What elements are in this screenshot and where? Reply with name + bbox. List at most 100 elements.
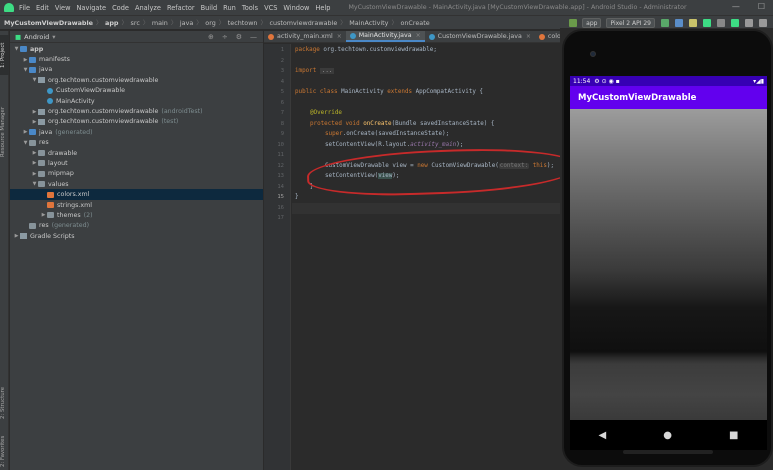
line-number: 12 [277,162,284,169]
code-line-1[interactable]: package org.techtown.customviewdrawable; [295,47,437,53]
tree-node[interactable]: strings.xml [10,200,263,210]
apply-changes-icon[interactable] [703,18,711,27]
expand-arrow-icon[interactable]: ▼ [31,77,38,83]
breadcrumb-main[interactable]: main [152,19,168,27]
close-icon[interactable]: × [337,33,342,40]
menu-build[interactable]: Build [201,4,218,12]
collapse-arrow-icon[interactable]: ▶ [22,57,29,63]
editor-tab[interactable]: activity_main.xml × [264,31,346,42]
tree-node[interactable]: ▼ org.techtown.customviewdrawable [10,75,263,85]
collapse-arrow-icon[interactable]: ▶ [31,160,38,166]
maximize-icon[interactable]: ☐ [758,2,765,11]
tree-node[interactable]: MainActivity [10,96,263,106]
menu-help[interactable]: Help [315,4,330,12]
breadcrumb-project[interactable]: MyCustomViewDrawable [4,19,93,27]
editor-tab[interactable]: MainActivity.java × [345,31,425,42]
menu-refactor[interactable]: Refactor [167,4,195,12]
tree-node[interactable]: ▶ mipmap [10,169,263,179]
collapse-arrow-icon[interactable]: ▶ [31,109,38,115]
expand-arrow-icon[interactable]: ▼ [22,140,29,146]
collapse-arrow-icon[interactable]: ▶ [31,171,38,177]
tree-node[interactable]: ▶ layout [10,158,263,168]
minimize-icon[interactable]: — [732,2,740,11]
code-line-12[interactable]: setContentView(R.layout.activity_main); [325,142,463,148]
tool-tab-structure[interactable]: 2: Structure [0,383,9,423]
stop-icon[interactable] [717,18,725,27]
tool-tab-project[interactable]: 1: Project [0,35,9,75]
tree-node[interactable]: CustomViewDrawable [10,86,263,96]
hammer-icon[interactable] [569,18,578,27]
breadcrumb-techtown[interactable]: techtown [228,19,258,27]
expand-arrow-icon[interactable]: ▼ [22,67,29,73]
back-icon[interactable]: ◀ [599,430,607,441]
tree-node[interactable]: ▼ java [10,65,263,75]
sdk-manager-icon[interactable] [731,18,739,27]
run-icon[interactable] [661,18,669,27]
breadcrumb-src[interactable]: src [131,19,140,27]
tree-node[interactable]: ▼ app [10,44,263,54]
collapse-arrow-icon[interactable]: ▶ [31,150,38,156]
debug-icon[interactable] [675,18,683,27]
tree-node[interactable]: ▶ Gradle Scripts [10,231,263,241]
run-config-select[interactable]: app [582,17,602,28]
tree-node[interactable]: ▶ org.techtown.customviewdrawable (test) [10,117,263,127]
tree-node[interactable]: ▶ manifests [10,54,263,64]
chevron-down-icon[interactable]: ▾ [52,33,55,41]
menu-run[interactable]: Run [223,4,236,12]
menu-code[interactable]: Code [112,4,129,12]
menu-view[interactable]: View [55,4,71,12]
search-icon[interactable] [759,18,767,27]
collapse-arrow-icon[interactable]: ▶ [31,119,38,125]
expand-arrow-icon[interactable]: ▼ [31,181,38,187]
code-line-17[interactable]: } [295,194,299,200]
breadcrumb-java[interactable]: java [180,19,193,27]
profile-icon[interactable] [689,18,697,27]
collapse-arrow-icon[interactable]: ▶ [40,212,47,218]
tree-node[interactable]: ▶ drawable [10,148,263,158]
tree-node[interactable]: res (generated) [10,221,263,231]
device-select[interactable]: Pixel 2 API 29 [606,17,655,28]
expand-arrow-icon[interactable]: ▼ [13,46,20,52]
home-icon[interactable]: ● [663,430,672,441]
menu-edit[interactable]: Edit [36,4,49,12]
code-line-9[interactable]: @Override [310,110,342,116]
hide-icon[interactable]: — [250,33,257,41]
close-icon[interactable]: × [416,32,421,39]
tool-tab-favorites[interactable]: 2: Favorites [0,433,9,469]
tree-node[interactable]: ▶ themes (2) [10,210,263,220]
tree-node[interactable]: ▶ org.techtown.customviewdrawable (android… [10,106,263,116]
device-manager-icon[interactable] [745,18,753,27]
menu-file[interactable]: File [19,4,30,12]
tool-tab-resource-manager[interactable]: Resource Manager [0,97,9,167]
close-icon[interactable]: × [526,33,531,40]
tree-node[interactable]: ▼ res [10,138,263,148]
locate-icon[interactable]: ⊕ [208,33,214,41]
menu-vcs[interactable]: VCS [264,4,277,12]
breadcrumb-app[interactable]: app [105,19,118,27]
code-line-6[interactable]: public class MainActivity extends AppCom… [295,89,483,95]
gear-icon[interactable]: ⚙ [236,33,242,41]
project-view-select[interactable]: Android [24,33,49,41]
breadcrumb-method[interactable]: onCreate [400,19,429,27]
tree-node[interactable]: ▼ values [10,179,263,189]
editor-tab[interactable]: CustomViewDrawable.java × [425,31,535,42]
code-line-10[interactable]: protected void onCreate(Bundle savedInst… [310,121,494,127]
breadcrumb-org[interactable]: org [205,19,215,27]
tree-node[interactable]: ▶ java (generated) [10,127,263,137]
breadcrumb-package[interactable]: customviewdrawable [270,19,338,27]
recents-icon[interactable]: ■ [729,430,738,441]
tree-node[interactable]: colors.xml [10,189,263,200]
tree-node-label: Gradle Scripts [30,232,75,240]
phone-screen[interactable]: 11:54 ⚙ ⊙ ◉ ▪ ▾◢▮ MyCustomViewDrawable [570,76,767,420]
menu-window[interactable]: Window [283,4,309,12]
menu-navigate[interactable]: Navigate [76,4,106,12]
menu-analyze[interactable]: Analyze [135,4,161,12]
breadcrumb-class[interactable]: MainActivity [349,19,388,27]
custom-view-drawable[interactable] [570,109,767,420]
code-line-11[interactable]: super.onCreate(savedInstanceState); [325,131,449,137]
menu-tools[interactable]: Tools [242,4,258,12]
code-line-3[interactable]: import ... [295,68,335,74]
collapse-arrow-icon[interactable]: ▶ [13,233,20,239]
collapse-icon[interactable]: ÷ [222,33,228,41]
collapse-arrow-icon[interactable]: ▶ [22,129,29,135]
